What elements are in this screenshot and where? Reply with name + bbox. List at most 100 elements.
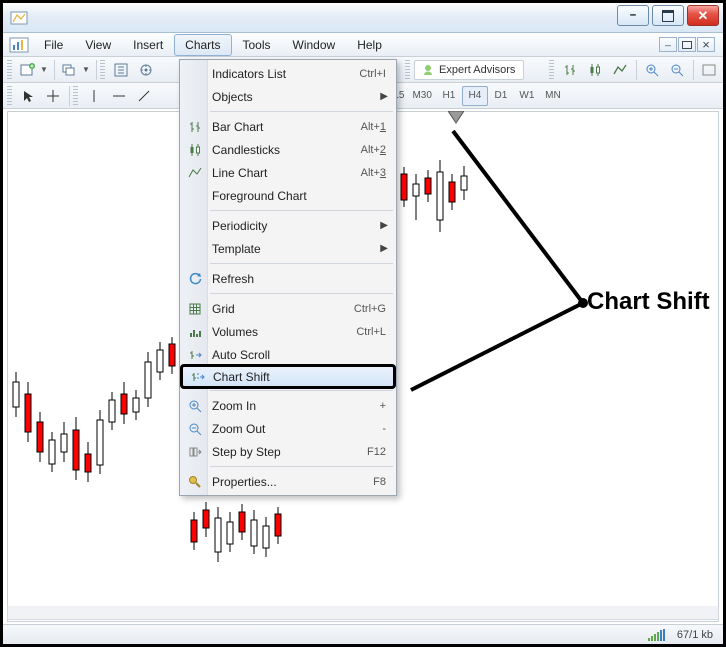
new-chart-dropdown[interactable]: ▼ — [39, 65, 49, 74]
zoom-in-button[interactable] — [640, 59, 664, 81]
menu-auto-scroll[interactable]: Auto Scroll — [180, 343, 396, 366]
menu-tools[interactable]: Tools — [232, 34, 282, 56]
timeframe-w1[interactable]: W1 — [514, 86, 540, 106]
market-watch-button[interactable] — [109, 59, 133, 81]
toolbar-grip-4[interactable] — [549, 60, 554, 80]
menu-zoom-out-label: Zoom Out — [212, 422, 265, 436]
menu-file[interactable]: File — [33, 34, 74, 56]
menu-periodicity-label: Periodicity — [212, 219, 267, 233]
menu-insert[interactable]: Insert — [122, 34, 174, 56]
menu-template-label: Template — [212, 242, 261, 256]
profiles-dropdown[interactable]: ▼ — [81, 65, 91, 74]
chart-shift-marker[interactable] — [448, 111, 464, 124]
horizontal-line-button[interactable] — [107, 85, 131, 107]
app-chart-icon — [9, 35, 29, 55]
menu-zoom-in[interactable]: Zoom In+ — [180, 394, 396, 417]
menu-template[interactable]: Template▶ — [180, 237, 396, 260]
timeframe-d1[interactable]: D1 — [488, 86, 514, 106]
menu-foreground-chart[interactable]: Foreground Chart — [180, 184, 396, 207]
vertical-line-button[interactable] — [82, 85, 106, 107]
menu-properties-label: Properties... — [212, 475, 277, 489]
menu-indicators-label: Indicators List — [212, 67, 286, 81]
zoom-in-icon — [186, 397, 204, 415]
zoom-out-icon — [186, 420, 204, 438]
expert-advisors-icon — [421, 63, 435, 77]
toolbar-grip-2[interactable] — [100, 60, 105, 80]
shortcut: Ctrl+I — [359, 68, 386, 80]
menu-chart-shift[interactable]: Chart Shift — [182, 366, 394, 387]
menu-fg-label: Foreground Chart — [212, 189, 307, 203]
line-chart-button[interactable] — [608, 59, 632, 81]
menu-bar-chart[interactable]: Bar ChartAlt+1 — [180, 115, 396, 138]
zoom-out-button[interactable] — [665, 59, 689, 81]
title-bar — [3, 3, 723, 33]
menu-periodicity[interactable]: Periodicity▶ — [180, 214, 396, 237]
menu-grid-label: Grid — [212, 302, 235, 316]
candlestick-button[interactable] — [583, 59, 607, 81]
menu-indicators-list[interactable]: Indicators List Ctrl+I — [180, 62, 396, 85]
window-close-button[interactable] — [687, 5, 719, 26]
mdi-close-button[interactable] — [697, 37, 715, 52]
crosshair-button[interactable] — [41, 85, 65, 107]
menu-help[interactable]: Help — [346, 34, 393, 56]
menu-zoom-out[interactable]: Zoom Out- — [180, 417, 396, 440]
menu-line-chart[interactable]: Line ChartAlt+3 — [180, 161, 396, 184]
grid-icon — [186, 300, 204, 318]
profiles-button[interactable] — [58, 59, 82, 81]
shortcut: Ctrl+L — [356, 326, 386, 338]
menu-window[interactable]: Window — [282, 34, 347, 56]
status-bar: 67/1 kb — [3, 624, 723, 644]
volumes-icon — [186, 323, 204, 341]
menu-step-label: Step by Step — [212, 445, 281, 459]
status-traffic: 67/1 kb — [677, 629, 713, 641]
navigator-button[interactable] — [134, 59, 158, 81]
app-small-icon — [9, 8, 29, 28]
shortcut: F8 — [373, 476, 386, 488]
menu-objects-label: Objects — [212, 90, 253, 104]
menu-grid[interactable]: GridCtrl+G — [180, 297, 396, 320]
menu-charts[interactable]: Charts — [174, 34, 231, 56]
chart-shift-icon — [189, 368, 207, 386]
mdi-restore-button[interactable] — [678, 37, 696, 52]
properties-icon — [186, 473, 204, 491]
toolbar-grip-5[interactable] — [7, 86, 12, 106]
menu-auto-scroll-label: Auto Scroll — [212, 348, 270, 362]
window-maximize-button[interactable] — [652, 5, 684, 26]
shortcut: Alt+1 — [361, 121, 386, 133]
new-chart-button[interactable] — [16, 59, 40, 81]
timeframe-mn[interactable]: MN — [540, 86, 566, 106]
menu-candlesticks-label: Candlesticks — [212, 143, 280, 157]
timeframe-m30[interactable]: M30 — [408, 86, 435, 106]
menu-objects[interactable]: Objects▶ — [180, 85, 396, 108]
menu-candlesticks[interactable]: Candlesticks Alt+2 — [180, 138, 396, 161]
bar-chart-button[interactable] — [558, 59, 582, 81]
chart-horizontal-scrollbar[interactable] — [7, 606, 719, 620]
mdi-minimize-button[interactable] — [659, 37, 677, 52]
app-window: File View Insert Charts Tools Window Hel… — [0, 0, 726, 647]
menu-volumes-label: Volumes — [212, 325, 258, 339]
window-minimize-button[interactable] — [617, 5, 649, 26]
shortcut: Alt+2 — [361, 144, 386, 156]
timeframe-h1[interactable]: H1 — [436, 86, 462, 106]
shortcut: Alt+3 — [361, 167, 386, 179]
refresh-icon — [186, 270, 204, 288]
menu-bar: File View Insert Charts Tools Window Hel… — [3, 33, 723, 57]
timeframe-h4[interactable]: H4 — [462, 86, 488, 106]
extra-button[interactable] — [697, 59, 721, 81]
menu-volumes[interactable]: Volumes Ctrl+L — [180, 320, 396, 343]
annotation-chart-shift-label: Chart Shift — [587, 288, 710, 316]
menu-refresh[interactable]: Refresh — [180, 267, 396, 290]
toolbar-grip[interactable] — [7, 60, 12, 80]
toolbar-grip-3[interactable] — [405, 60, 410, 80]
line-chart-icon — [186, 164, 204, 182]
cursor-button[interactable] — [16, 85, 40, 107]
toolbar-grip-6[interactable] — [73, 86, 78, 106]
menu-chart-shift-label: Chart Shift — [213, 370, 270, 384]
expert-advisors-label: Expert Advisors — [439, 64, 515, 76]
expert-advisors-button[interactable]: Expert Advisors — [414, 60, 524, 80]
menu-step-by-step[interactable]: Step by StepF12 — [180, 440, 396, 463]
step-icon — [186, 443, 204, 461]
menu-properties[interactable]: Properties... F8 — [180, 470, 396, 493]
trendline-button[interactable] — [132, 85, 156, 107]
menu-view[interactable]: View — [74, 34, 122, 56]
